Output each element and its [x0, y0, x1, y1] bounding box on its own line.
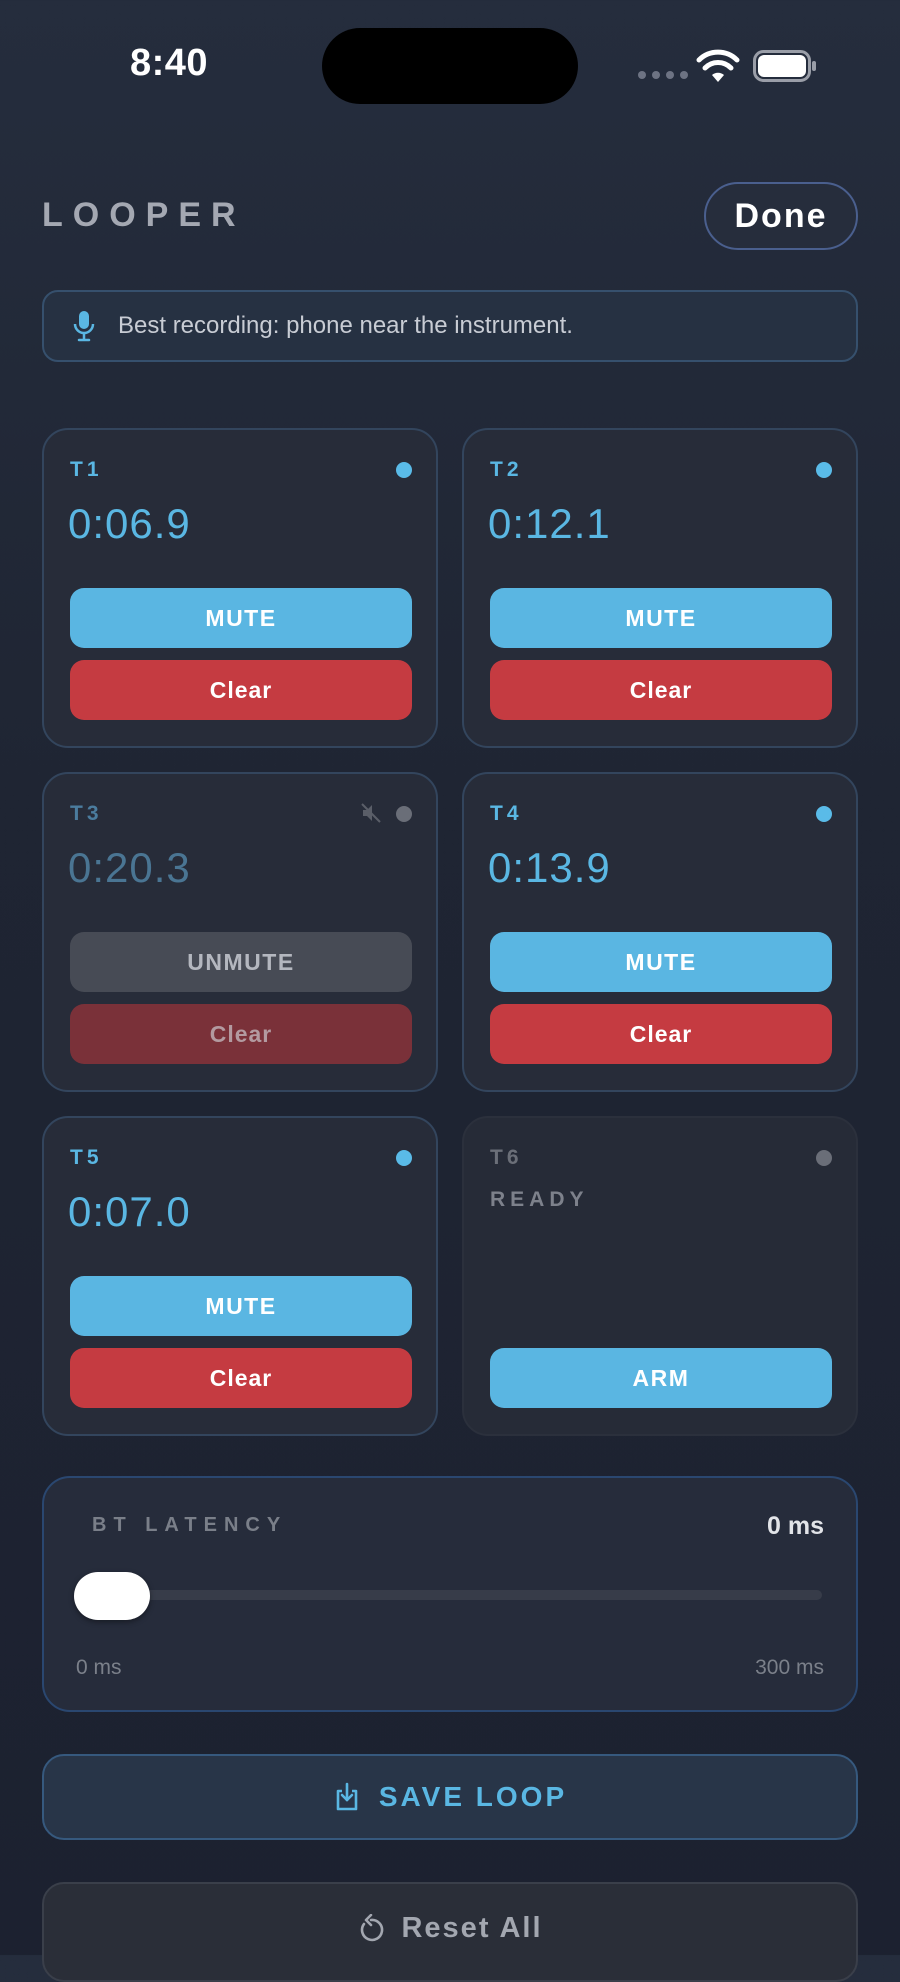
track-name: T6: [490, 1146, 523, 1169]
track-card-t5: T5 0:07.0 MUTE Clear: [42, 1116, 438, 1436]
track-name: T4: [490, 802, 523, 825]
clear-button[interactable]: Clear: [70, 660, 412, 720]
track-time: 0:13.9: [488, 844, 611, 891]
download-icon: [336, 1782, 358, 1811]
battery-icon: [753, 50, 816, 82]
track-active-indicator: [816, 462, 832, 478]
track-name: T2: [490, 458, 523, 481]
mute-button[interactable]: MUTE: [490, 932, 832, 992]
save-loop-button[interactable]: SAVE LOOP: [42, 1754, 858, 1840]
track-active-indicator: [396, 1150, 412, 1166]
latency-value: 0 ms: [767, 1512, 824, 1540]
clear-button[interactable]: Clear: [70, 1004, 412, 1064]
latency-slider-thumb[interactable]: [74, 1572, 150, 1620]
status-bar: 8:40: [0, 0, 900, 130]
tip-text: Best recording: phone near the instrumen…: [118, 312, 573, 339]
track-inactive-indicator: [816, 1150, 832, 1166]
mute-button[interactable]: MUTE: [70, 588, 412, 648]
recording-tip-banner: Best recording: phone near the instrumen…: [42, 290, 858, 362]
wifi-icon: [696, 49, 740, 82]
track-card-t4: T4 0:13.9 MUTE Clear: [462, 772, 858, 1092]
track-card-t3: T3 0:20.3 UNMUTE Clear: [42, 772, 438, 1092]
clear-button[interactable]: Clear: [490, 660, 832, 720]
dynamic-island: [322, 28, 578, 104]
reset-all-label: Reset All: [401, 1912, 543, 1944]
reset-all-button[interactable]: Reset All: [42, 1882, 858, 1982]
latency-label: BT LATENCY: [92, 1514, 288, 1536]
track-active-indicator: [816, 806, 832, 822]
microphone-icon: [73, 311, 95, 342]
clear-button[interactable]: Clear: [70, 1348, 412, 1408]
track-name: T3: [70, 802, 103, 825]
speaker-muted-icon: [361, 803, 381, 823]
track-card-t2: T2 0:12.1 MUTE Clear: [462, 428, 858, 748]
track-time: 0:20.3: [68, 844, 191, 891]
done-button[interactable]: Done: [704, 182, 858, 250]
latency-min-label: 0 ms: [76, 1656, 122, 1679]
page-title: LOOPER: [42, 196, 246, 234]
mute-button[interactable]: MUTE: [490, 588, 832, 648]
mute-button[interactable]: MUTE: [70, 1276, 412, 1336]
cellular-signal-icon: [638, 71, 688, 79]
bt-latency-panel: BT LATENCY 0 ms 0 ms 300 ms: [42, 1476, 858, 1712]
track-time: 0:06.9: [68, 500, 191, 547]
reset-icon: [361, 1914, 384, 1942]
track-time: 0:12.1: [488, 500, 611, 547]
track-card-t1: T1 0:06.9 MUTE Clear: [42, 428, 438, 748]
arm-button[interactable]: ARM: [490, 1348, 832, 1408]
track-active-indicator: [396, 462, 412, 478]
track-name: T1: [70, 458, 103, 481]
track-name: T5: [70, 1146, 103, 1169]
latency-max-label: 300 ms: [755, 1656, 824, 1679]
track-card-t6: T6 READY ARM: [462, 1116, 858, 1436]
save-loop-label: SAVE LOOP: [378, 1781, 568, 1812]
unmute-button[interactable]: UNMUTE: [70, 932, 412, 992]
track-time: 0:07.0: [68, 1188, 191, 1235]
status-time: 8:40: [130, 42, 209, 84]
latency-slider-track[interactable]: [82, 1590, 822, 1600]
track-active-indicator: [396, 806, 412, 822]
track-status: READY: [490, 1188, 589, 1211]
clear-button[interactable]: Clear: [490, 1004, 832, 1064]
